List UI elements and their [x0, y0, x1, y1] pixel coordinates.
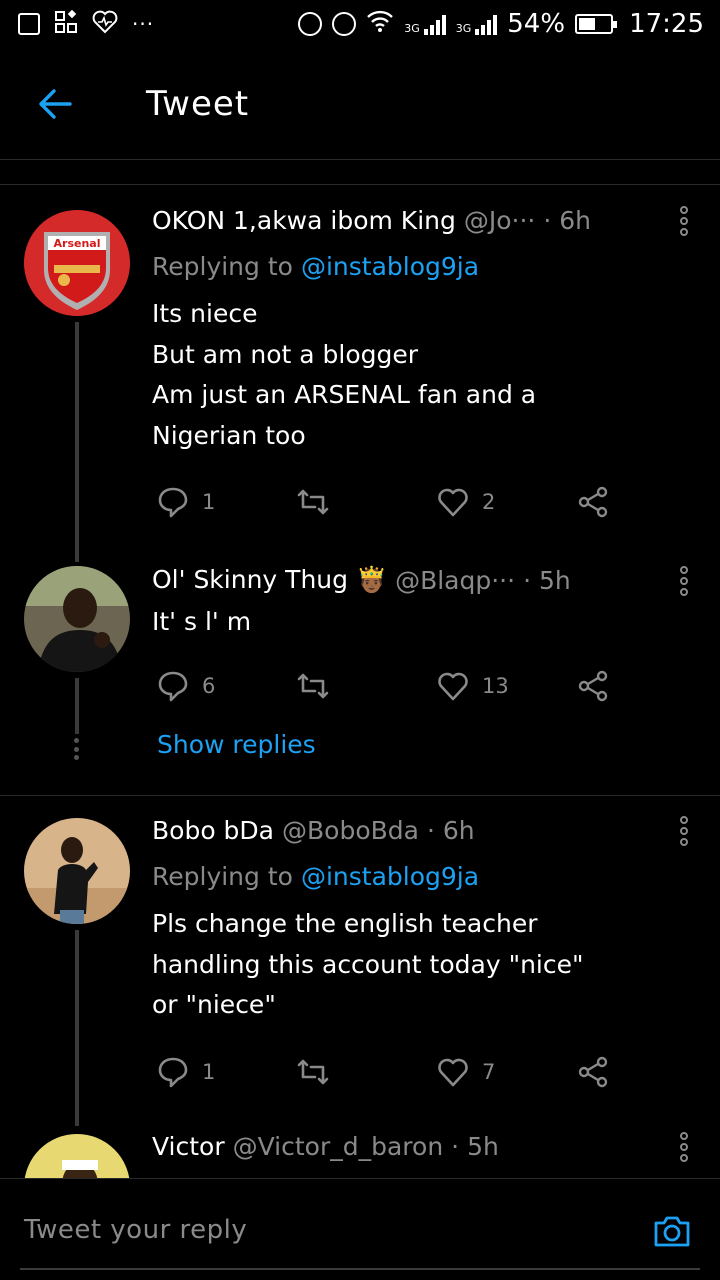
heart-icon	[438, 672, 468, 701]
author-handle[interactable]: @Blaqp···	[395, 566, 515, 595]
heart-icon	[438, 1058, 468, 1087]
tweet-actions: 6 13	[152, 666, 632, 706]
replying-label: Replying to	[152, 251, 293, 281]
author-name[interactable]: Bobo bDa	[152, 816, 274, 845]
like-count: 7	[482, 1060, 496, 1084]
gallery-icon	[18, 13, 40, 35]
tweet-text: Pls change the english teacher handling …	[152, 909, 584, 1019]
more-options-icon[interactable]	[672, 1132, 696, 1162]
profile-photo-icon	[24, 566, 130, 672]
author-name[interactable]: Victor	[152, 1132, 225, 1161]
share-icon	[578, 486, 608, 518]
clock: 17:25	[629, 9, 704, 39]
status-bar: ··· 3G 3G 54% 17:25	[0, 0, 720, 48]
show-replies-link[interactable]: Show replies	[157, 730, 316, 759]
author-name[interactable]: OKON 1,akwa ibom King	[152, 206, 456, 235]
tweet-actions: 1 7	[152, 1052, 632, 1092]
tweet-time: · 6h	[543, 205, 592, 235]
retweet-icon	[297, 673, 329, 699]
retweet-button[interactable]	[296, 1055, 330, 1089]
retweet-button[interactable]	[296, 485, 330, 519]
reply-count: 1	[202, 490, 216, 514]
replying-to: Replying to @instablog9ja	[152, 854, 696, 898]
camera-button[interactable]	[652, 1211, 692, 1251]
reply-button[interactable]: 6	[156, 669, 215, 703]
author-handle[interactable]: @Victor_d_baron	[233, 1132, 444, 1161]
heart-rate-icon	[92, 10, 118, 38]
thread-collapse-dots	[74, 738, 80, 760]
thread-line	[75, 678, 79, 734]
share-icon	[578, 670, 608, 702]
separator	[0, 184, 720, 185]
wifi-icon	[366, 9, 394, 40]
back-button[interactable]	[0, 48, 110, 160]
more-options-icon[interactable]	[672, 206, 696, 236]
arsenal-crest-icon: Arsenal	[24, 210, 130, 316]
avatar[interactable]	[24, 818, 130, 924]
arrow-left-icon	[39, 88, 72, 119]
vibrate-icon	[298, 12, 323, 36]
reply-count: 6	[202, 674, 216, 698]
signal-2-icon: 3G	[456, 13, 498, 35]
retweet-button[interactable]	[296, 669, 330, 703]
more-notifications: ···	[132, 12, 155, 36]
reply-input[interactable]: Tweet your reply	[24, 1215, 247, 1245]
battery-percent: 54%	[507, 9, 566, 39]
reply-composer: Tweet your reply	[0, 1178, 720, 1280]
tweet-time: · 6h	[426, 815, 475, 845]
tweet-actions: 1 2	[152, 482, 632, 522]
more-options-icon[interactable]	[672, 816, 696, 846]
page-title: Tweet	[146, 83, 250, 124]
avatar[interactable]	[24, 566, 130, 672]
replying-label: Replying to	[152, 861, 293, 891]
tweet-text: It' s l' m	[152, 607, 252, 636]
reply-button[interactable]: 1	[156, 485, 215, 519]
retweet-icon	[297, 1059, 329, 1085]
apps-icon	[54, 9, 78, 38]
like-button[interactable]: 13	[436, 669, 509, 703]
author-name[interactable]: Ol' Skinny Thug 🤴🏾	[152, 565, 387, 595]
like-count: 2	[482, 490, 496, 514]
replying-to: Replying to @instablog9ja	[152, 244, 696, 288]
like-button[interactable]: 7	[436, 1055, 495, 1089]
tweet-time: · 5h	[451, 1131, 499, 1161]
mention-link[interactable]: @instablog9ja	[301, 252, 479, 281]
signal-1-icon: 3G	[404, 13, 446, 35]
reply-button[interactable]: 1	[156, 1055, 215, 1089]
share-button[interactable]	[576, 1055, 610, 1089]
camera-icon	[654, 1216, 690, 1247]
tweet-time: · 5h	[523, 565, 571, 595]
reply-icon	[158, 1057, 188, 1088]
app-header: Tweet	[0, 48, 720, 160]
like-button[interactable]: 2	[436, 485, 495, 519]
heart-icon	[438, 488, 468, 517]
reply-count: 1	[202, 1060, 216, 1084]
svg-text:Arsenal: Arsenal	[54, 237, 101, 250]
like-count: 13	[482, 674, 509, 698]
tweet-text: Its niece But am not a blogger Am just a…	[152, 299, 537, 450]
share-button[interactable]	[576, 669, 610, 703]
avatar[interactable]: Arsenal	[24, 210, 130, 316]
share-icon	[578, 1056, 608, 1088]
profile-photo-icon	[24, 818, 130, 924]
reply-icon	[158, 671, 188, 702]
thread-line	[75, 322, 79, 562]
share-button[interactable]	[576, 485, 610, 519]
author-handle[interactable]: @BoboBda	[282, 816, 419, 845]
input-underline	[20, 1268, 700, 1270]
separator	[0, 795, 720, 796]
retweet-icon	[297, 489, 329, 515]
alarm-icon	[332, 12, 357, 36]
reply-icon	[158, 487, 188, 518]
battery-icon	[575, 14, 618, 34]
more-options-icon[interactable]	[672, 566, 696, 596]
author-handle[interactable]: @Jo···	[464, 206, 536, 235]
mention-link[interactable]: @instablog9ja	[301, 862, 479, 891]
thread-line	[75, 930, 79, 1126]
